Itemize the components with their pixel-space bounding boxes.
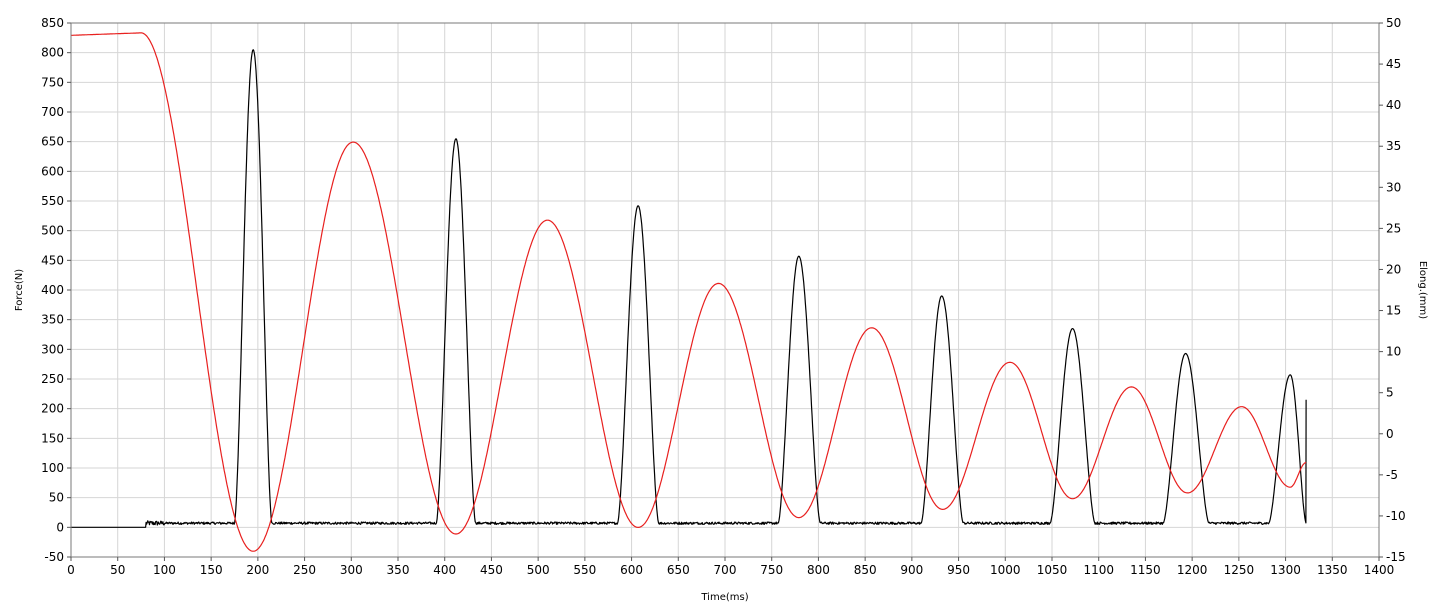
y-tick-label: 100 — [41, 461, 64, 475]
x-tick-label: 1250 — [1224, 563, 1255, 577]
x-tick-label: 0 — [67, 563, 75, 577]
x-tick-label: 1050 — [1037, 563, 1068, 577]
y-tick-label: 400 — [41, 283, 64, 297]
y2-tick-label: 10 — [1386, 345, 1401, 359]
x-tick-label: 150 — [200, 563, 223, 577]
x-tick-label: 300 — [340, 563, 363, 577]
x-tick-label: 550 — [573, 563, 596, 577]
series-force-line — [71, 49, 1307, 528]
chart: 0 50 100 150 200 250 300 350 400 450 500 550 600 650 7… — [0, 0, 1445, 608]
y-tick-label: 750 — [41, 75, 64, 89]
x-tick-label: 950 — [947, 563, 970, 577]
y-tick-label: 650 — [41, 135, 64, 149]
y-tick-label: 700 — [41, 105, 64, 119]
x-tick-label: 750 — [760, 563, 783, 577]
y-tick-label: 800 — [41, 46, 64, 60]
x-tick-label: 400 — [433, 563, 456, 577]
y2-tick-label: 20 — [1386, 262, 1401, 276]
y-tick-label: 200 — [41, 402, 64, 416]
series-elongation-line — [71, 32, 1307, 552]
x-tick-label: 1000 — [990, 563, 1021, 577]
y2-tick-label: 50 — [1386, 16, 1401, 30]
plot-series — [71, 32, 1307, 552]
y2-tick-label: 35 — [1386, 139, 1401, 153]
x-tick-label: 800 — [807, 563, 830, 577]
y2-tick-label: -15 — [1386, 550, 1406, 564]
y2-tick-label: 5 — [1386, 386, 1394, 400]
x-tick-label: 650 — [667, 563, 690, 577]
x-tick-label: 250 — [293, 563, 316, 577]
x-tick-label: 450 — [480, 563, 503, 577]
y2-axis-title: Elong.(mm) — [1417, 261, 1428, 319]
y-tick-label: 550 — [41, 194, 64, 208]
y2-tick-label: 0 — [1386, 427, 1394, 441]
y-tick-label: 350 — [41, 313, 64, 327]
y-tick-label: -50 — [44, 550, 64, 564]
y2-tick-label: 45 — [1386, 57, 1401, 71]
y2-tick-label: 30 — [1386, 180, 1401, 194]
axis-ticks: 0 50 100 150 200 250 300 350 400 450 500 550 600 650 7… — [41, 16, 1406, 577]
chart-svg: 0 50 100 150 200 250 300 350 400 450 500 550 600 650 7… — [14, 16, 1428, 603]
y-tick-label: 500 — [41, 224, 64, 238]
y2-tick-label: -5 — [1386, 468, 1398, 482]
y-tick-label: 450 — [41, 253, 64, 267]
x-tick-label: 100 — [153, 563, 176, 577]
x-tick-label: 1200 — [1177, 563, 1208, 577]
x-tick-label: 50 — [110, 563, 125, 577]
y-tick-label: 600 — [41, 164, 64, 178]
x-tick-label: 1400 — [1364, 563, 1395, 577]
x-tick-label: 850 — [854, 563, 877, 577]
x-tick-label: 1300 — [1270, 563, 1301, 577]
x-tick-label: 500 — [527, 563, 550, 577]
x-tick-label: 200 — [246, 563, 269, 577]
x-tick-label: 700 — [714, 563, 737, 577]
y-tick-label: 0 — [56, 520, 64, 534]
y-tick-label: 850 — [41, 16, 64, 30]
grid-lines — [70, 22, 1380, 558]
x-tick-label: 1100 — [1083, 563, 1114, 577]
y-tick-label: 150 — [41, 431, 64, 445]
x-tick-label: 600 — [620, 563, 643, 577]
y2-tick-label: -10 — [1386, 509, 1406, 523]
y-tick-label: 250 — [41, 372, 64, 386]
y-tick-label: 50 — [49, 491, 64, 505]
y-tick-label: 300 — [41, 342, 64, 356]
y2-tick-label: 15 — [1386, 304, 1401, 318]
y2-tick-label: 25 — [1386, 221, 1401, 235]
x-tick-label: 900 — [900, 563, 923, 577]
y2-tick-label: 40 — [1386, 98, 1401, 112]
x-tick-label: 1350 — [1317, 563, 1348, 577]
x-tick-label: 1150 — [1130, 563, 1161, 577]
y-axis-title: Force(N) — [14, 269, 25, 311]
x-axis-title: Time(ms) — [700, 592, 748, 603]
x-tick-label: 350 — [387, 563, 410, 577]
